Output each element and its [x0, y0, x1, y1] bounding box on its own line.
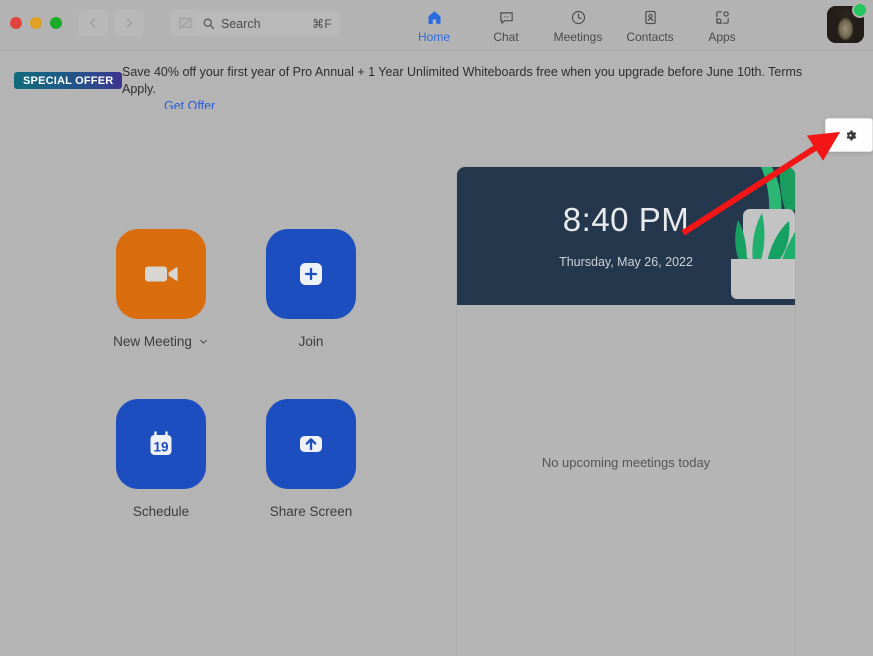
navigation-buttons — [78, 10, 200, 36]
new-meeting-tile[interactable] — [116, 229, 206, 319]
tab-chat[interactable]: Chat — [470, 4, 542, 44]
action-join[interactable]: Join — [236, 229, 386, 399]
home-content: New Meeting Join 19 Schedule Share Scree… — [0, 109, 873, 656]
chevron-left-icon — [90, 18, 96, 28]
home-icon — [426, 8, 443, 27]
action-new-meeting[interactable]: New Meeting — [86, 229, 236, 399]
minimize-window-button[interactable] — [30, 17, 42, 29]
avatar[interactable] — [827, 4, 866, 43]
gear-icon[interactable] — [843, 128, 858, 143]
join-tile[interactable] — [266, 229, 356, 319]
tab-meetings[interactable]: Meetings — [542, 4, 614, 44]
tab-chat-label: Chat — [493, 30, 519, 44]
main-tab-bar: Home Chat Meetings Contacts Apps — [398, 4, 758, 44]
no-meetings-message: No upcoming meetings today — [541, 455, 711, 470]
settings-popup-panel[interactable] — [825, 118, 873, 152]
search-placeholder: Search — [221, 16, 261, 31]
action-schedule[interactable]: 19 Schedule — [86, 399, 236, 569]
back-button[interactable] — [78, 10, 108, 36]
title-bar: Search ⌘F Home Chat Meetings Contacts Ap… — [0, 0, 873, 51]
tab-home[interactable]: Home — [398, 4, 470, 44]
search-shortcut-hint: ⌘F — [312, 16, 332, 31]
share-screen-label-row: Share Screen — [270, 504, 353, 519]
action-share-screen[interactable]: Share Screen — [236, 399, 386, 569]
current-time: 8:40 PM — [562, 201, 690, 238]
apps-grid-icon — [714, 8, 731, 27]
share-arrow-icon — [300, 436, 322, 452]
chevron-down-icon[interactable] — [198, 336, 209, 347]
new-meeting-label: New Meeting — [113, 334, 192, 349]
share-screen-tile[interactable] — [266, 399, 356, 489]
search-input[interactable]: Search ⌘F — [194, 11, 340, 36]
tab-meetings-label: Meetings — [553, 30, 603, 44]
close-window-button[interactable] — [10, 17, 22, 29]
join-label-row: Join — [299, 334, 324, 349]
calendar-day-number: 19 — [153, 439, 168, 454]
schedule-label: Schedule — [132, 504, 190, 519]
special-offer-banner: SPECIAL OFFER Save 40% off your first ye… — [0, 51, 873, 142]
tab-apps-label: Apps — [708, 30, 736, 44]
schedule-tile[interactable]: 19 — [116, 399, 206, 489]
tab-home-label: Home — [417, 30, 450, 44]
chevron-right-icon — [126, 18, 132, 28]
maximize-window-button[interactable] — [50, 17, 62, 29]
video-camera-icon — [145, 266, 178, 282]
forward-button[interactable] — [114, 10, 144, 36]
quick-actions-grid: New Meeting Join 19 Schedule Share Scree… — [86, 229, 386, 569]
share-screen-label: Share Screen — [269, 504, 353, 519]
banner-message: Save 40% off your first year of Pro Annu… — [122, 64, 832, 115]
clock-icon — [570, 8, 587, 27]
search-icon — [202, 17, 215, 30]
share-screen-icon — [178, 17, 192, 29]
calendar-icon: 19 — [150, 431, 172, 455]
join-label: Join — [298, 334, 324, 349]
upcoming-meetings-panel: 8:40 PM Thursday, May 26, 2022 No upcomi… — [456, 166, 796, 656]
clock-banner: 8:40 PM Thursday, May 26, 2022 — [457, 167, 795, 305]
special-offer-badge: SPECIAL OFFER — [14, 72, 123, 89]
contact-card-icon — [642, 8, 659, 27]
banner-message-text: Save 40% off your first year of Pro Annu… — [122, 65, 803, 96]
new-meeting-label-row: New Meeting — [113, 334, 209, 349]
schedule-label-row: Schedule — [133, 504, 189, 519]
status-badge — [854, 4, 866, 16]
tab-contacts-label: Contacts — [626, 30, 674, 44]
traffic-light-controls — [10, 17, 62, 29]
chat-bubble-icon — [498, 8, 515, 27]
zoom-app-window: Search ⌘F Home Chat Meetings Contacts Ap… — [0, 0, 873, 656]
tab-apps[interactable]: Apps — [686, 4, 758, 44]
tab-contacts[interactable]: Contacts — [614, 4, 686, 44]
current-date: Thursday, May 26, 2022 — [559, 255, 693, 269]
plus-square-icon — [300, 263, 322, 285]
